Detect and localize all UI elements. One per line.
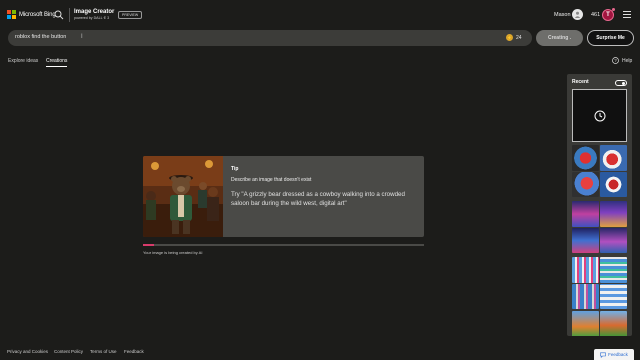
help-button[interactable]: ? Help <box>612 57 632 64</box>
feedback-button[interactable]: Feedback <box>594 349 634 360</box>
logo-text: Microsoft Bing <box>19 11 56 18</box>
rewards-points[interactable]: 461 <box>591 12 600 18</box>
recent-thumbnail[interactable] <box>600 227 627 253</box>
search-icon[interactable] <box>53 9 65 21</box>
recent-thumbnail[interactable] <box>572 257 599 283</box>
progress-status-text: Your image is being created by AI <box>143 250 203 255</box>
boost-count: 24 <box>516 35 522 41</box>
app-title[interactable]: Image Creator powered by DALL·E 3 <box>74 9 114 20</box>
rewards-notification-dot <box>612 8 615 11</box>
recent-thumbnail[interactable] <box>572 227 599 253</box>
app-subtitle: powered by DALL·E 3 <box>74 16 110 20</box>
creation-progress-bar <box>143 244 424 246</box>
recent-thumbnail[interactable] <box>572 311 599 336</box>
recent-panel: Recent <box>567 74 632 336</box>
footer-link-privacy[interactable]: Privacy and Cookies <box>7 349 48 354</box>
footer-link-content-policy[interactable]: Content Policy <box>54 349 83 354</box>
user-icon <box>574 11 581 18</box>
recent-creation[interactable] <box>572 145 627 197</box>
tip-title: Tip <box>231 166 239 172</box>
surprise-me-button[interactable]: Surprise Me <box>587 30 634 46</box>
help-icon: ? <box>612 57 619 64</box>
recent-toggle[interactable] <box>615 80 627 86</box>
recent-thumbnail[interactable] <box>600 145 627 171</box>
bing-logo[interactable]: Microsoft Bing <box>7 10 56 19</box>
recent-thumbnail[interactable] <box>572 283 599 309</box>
footer: Privacy and Cookies Content Policy Terms… <box>0 345 640 360</box>
user-name[interactable]: Mason <box>554 12 571 18</box>
footer-link-terms[interactable]: Terms of Use <box>90 349 117 354</box>
app-title-text: Image Creator <box>74 9 115 15</box>
recent-thumbnail[interactable] <box>600 257 627 283</box>
prompt-input-value[interactable]: roblox find the button <box>15 34 66 40</box>
boost-coin-icon: ⚡ <box>506 34 513 41</box>
recent-title: Recent <box>572 79 589 85</box>
footer-link-feedback[interactable]: Feedback <box>124 349 144 354</box>
prompt-input[interactable]: roblox find the button I ⚡ 24 <box>8 30 532 46</box>
header-divider <box>69 8 70 22</box>
microsoft-logo-icon <box>7 10 16 19</box>
clock-icon <box>594 110 606 122</box>
tab-explore-ideas[interactable]: Explore ideas <box>8 58 38 66</box>
recent-creation[interactable] <box>572 201 627 253</box>
recent-thumbnail[interactable] <box>572 201 599 227</box>
tab-creations[interactable]: Creations <box>46 58 68 67</box>
feedback-icon <box>600 352 606 358</box>
feedback-button-label: Feedback <box>608 352 628 357</box>
recent-thumbnail[interactable] <box>572 171 599 197</box>
tip-example-image <box>143 156 223 237</box>
preview-badge: PREVIEW <box>118 11 143 19</box>
recent-thumbnail[interactable] <box>600 171 627 197</box>
recent-thumbnail[interactable] <box>572 145 599 171</box>
help-label: Help <box>622 57 633 64</box>
tip-card: Tip Describe an image that doesn't exist… <box>143 156 424 237</box>
tip-subtitle: Describe an image that doesn't exist <box>231 177 312 183</box>
recent-thumbnail[interactable] <box>600 311 627 336</box>
recent-thumbnail[interactable] <box>600 201 627 227</box>
recent-creation[interactable] <box>572 311 627 336</box>
progress-fill <box>143 244 155 246</box>
text-cursor-icon: I <box>81 34 83 40</box>
menu-icon[interactable] <box>623 11 631 18</box>
tip-example-prompt: Try "A grizzly bear dressed as a cowboy … <box>231 191 405 207</box>
svg-text:?: ? <box>614 58 617 63</box>
top-header: Microsoft Bing Image Creator powered by … <box>0 0 640 30</box>
user-avatar[interactable] <box>572 9 583 20</box>
recent-creation[interactable] <box>572 257 627 309</box>
pending-creation-tile[interactable] <box>572 89 627 142</box>
recent-thumbnail[interactable] <box>600 283 627 309</box>
create-button[interactable]: Creating . <box>536 30 583 46</box>
